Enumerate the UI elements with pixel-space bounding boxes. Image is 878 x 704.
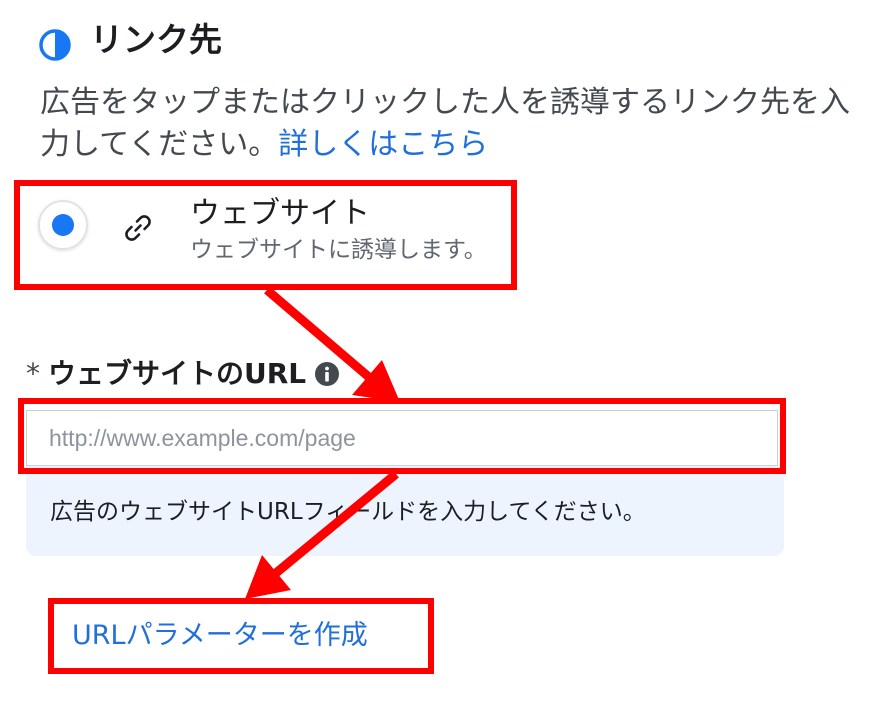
info-icon[interactable] [314,361,340,387]
link-icon [125,215,151,241]
website-url-label-text: ウェブサイトのURL [48,357,307,390]
website-url-hint-text: 広告のウェブサイトURLフィールドを入力してください。 [50,499,646,525]
option-subtitle: ウェブサイトに誘導します。 [190,237,487,263]
radio-selected-dot [52,214,74,236]
learn-more-link[interactable]: 詳しくはこちら [278,127,488,162]
website-url-hint-box: 広告のウェブサイトURLフィールドを入力してください。 [26,466,784,556]
required-marker: * [26,357,40,390]
annotation-arrowhead-1 [352,360,400,402]
website-radio-button[interactable] [38,200,88,250]
section-description: 広告をタップまたはクリックした人を誘導するリンク先を入力してください。詳しくはこ… [40,82,870,166]
half-circle-icon [39,29,71,61]
destination-option-website[interactable]: ウェブサイト ウェブサイトに誘導します。 [38,192,508,278]
build-url-parameters-link[interactable]: URLパラメーターを作成 [72,616,368,656]
website-url-input[interactable] [26,410,778,466]
annotation-arrowhead-2 [245,555,291,599]
website-url-label: * ウェブサイトのURL [26,354,340,394]
section-title: リンク先 [90,20,222,59]
option-title: ウェブサイト [190,196,370,231]
